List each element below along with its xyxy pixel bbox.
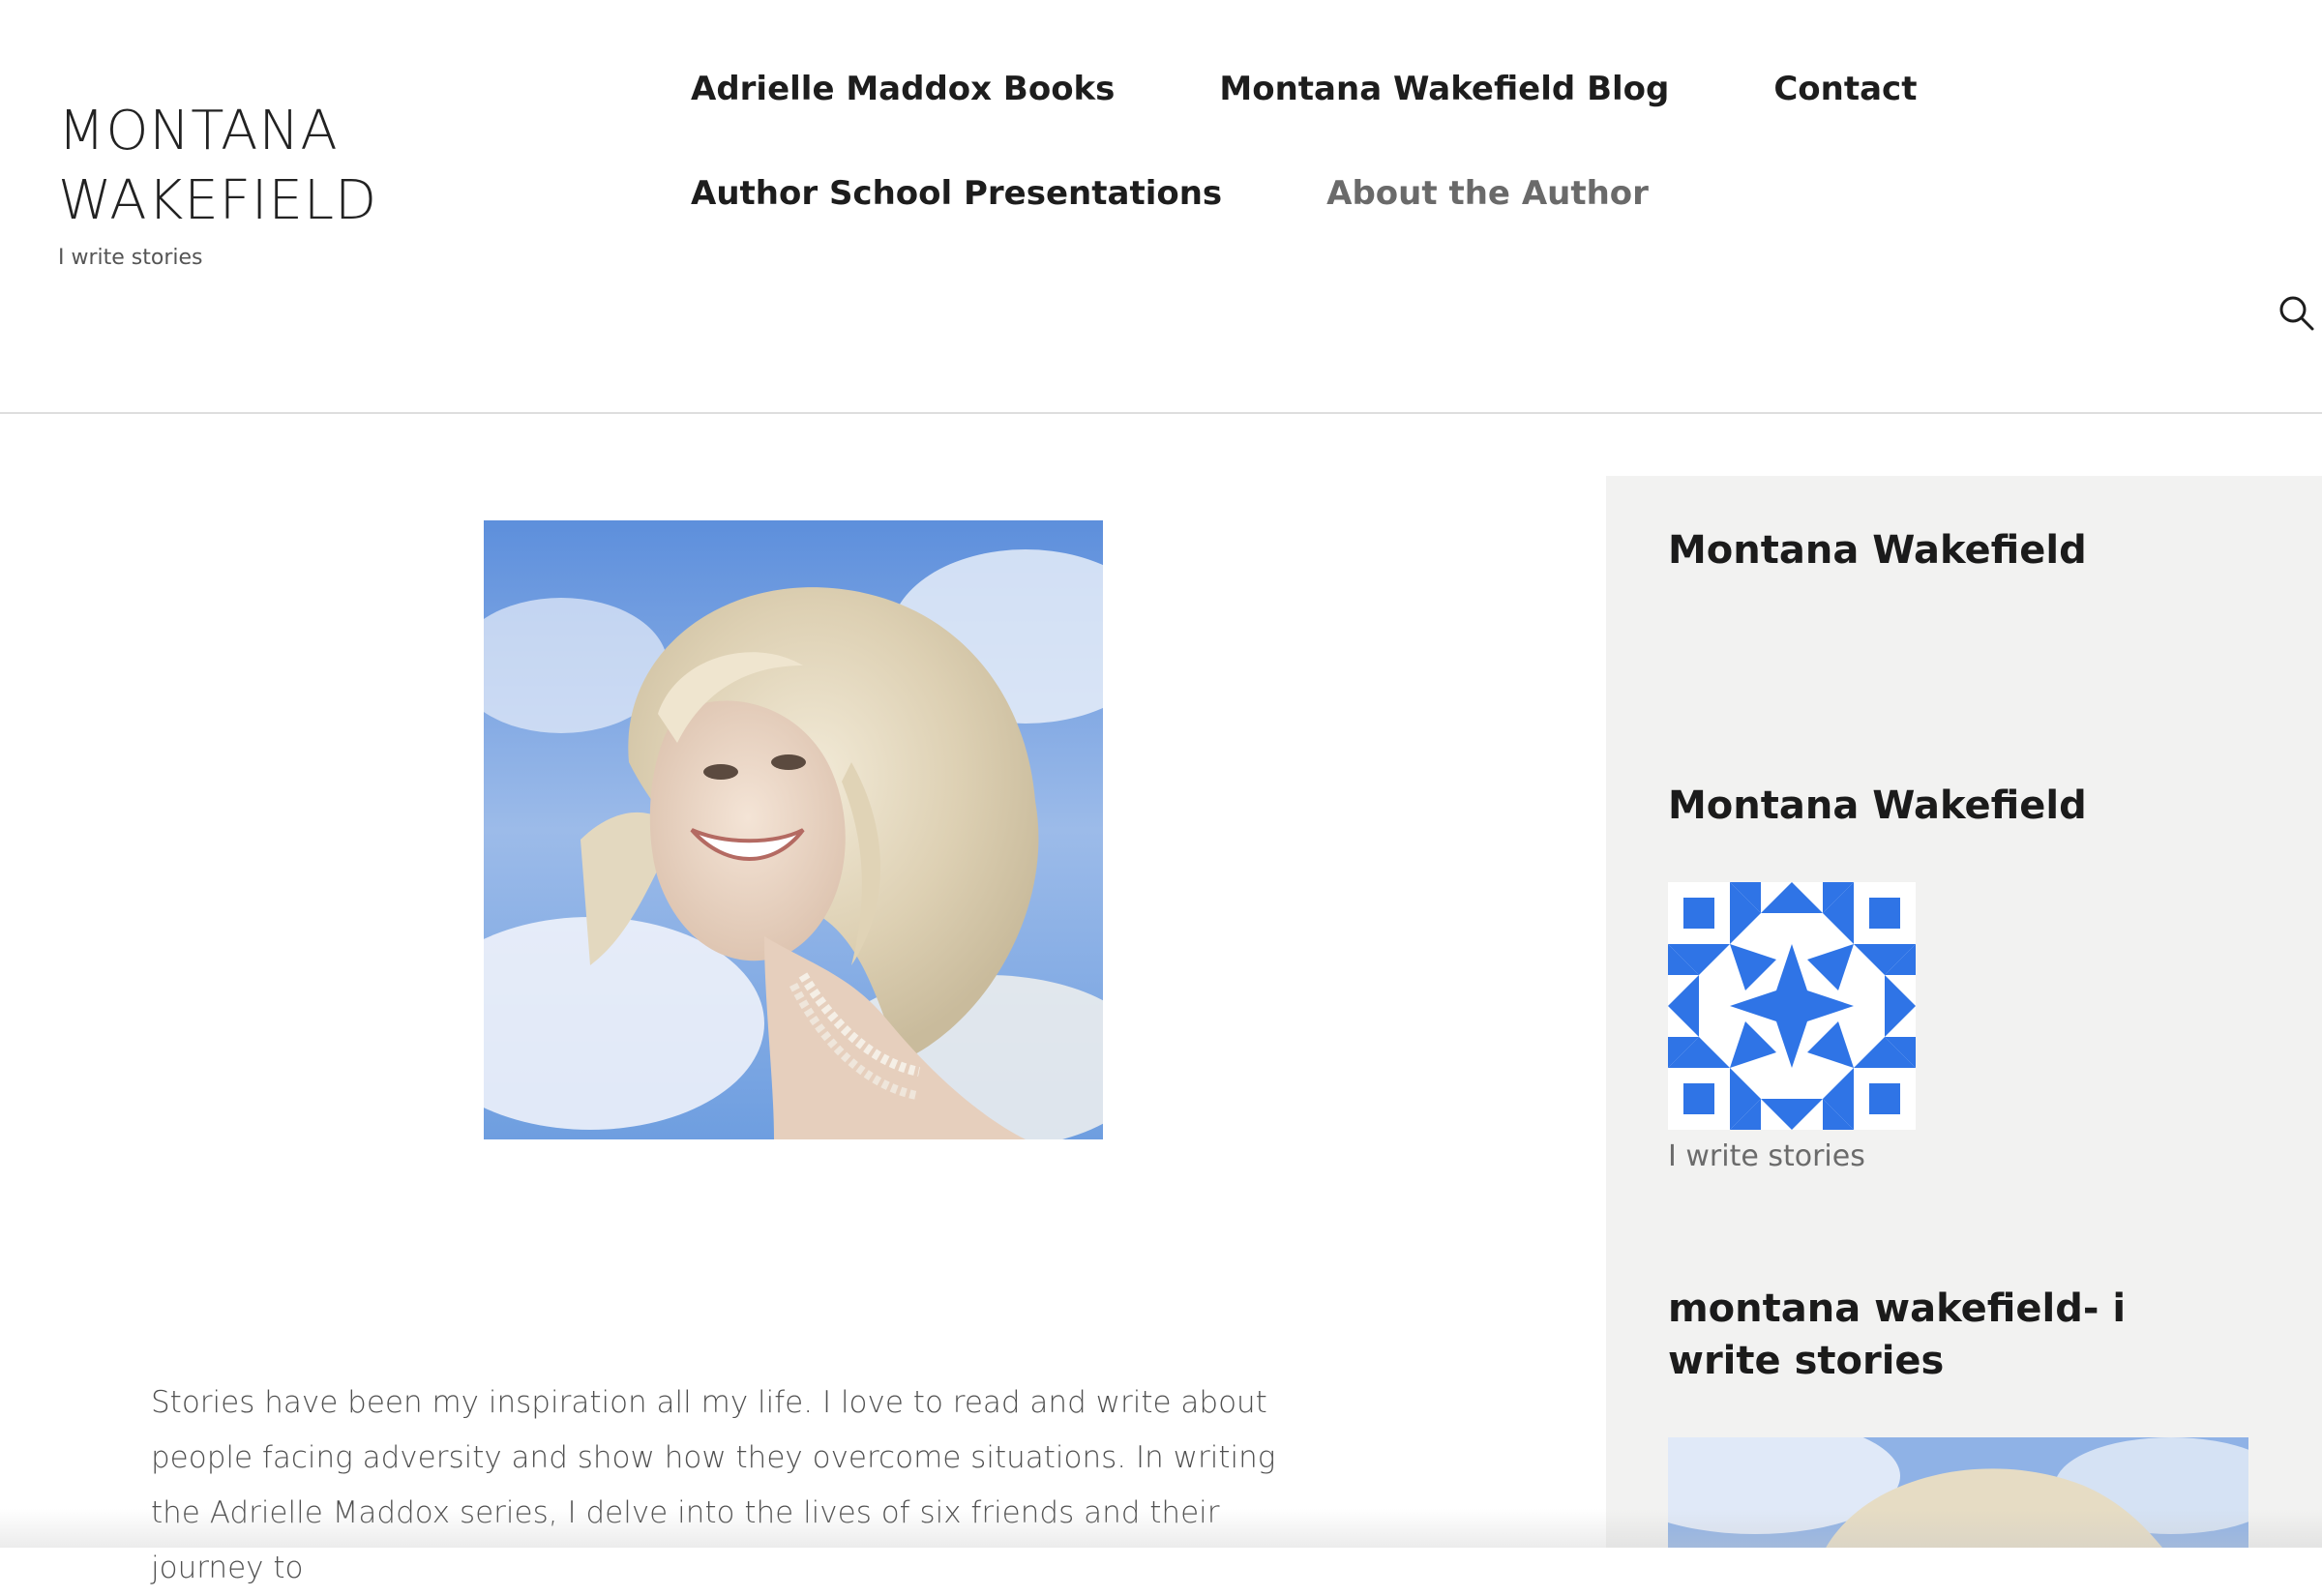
main-navigation: Adrielle Maddox Books Montana Wakefield … bbox=[691, 62, 1949, 271]
site-header: MONTANA WAKEFIELD I write stories Adriel… bbox=[0, 0, 2322, 414]
nav-item-author-school-presentations[interactable]: Author School Presentations bbox=[691, 174, 1222, 213]
nav-row-2: Author School Presentations About the Au… bbox=[691, 166, 1949, 221]
site-branding: MONTANA WAKEFIELD I write stories bbox=[58, 97, 464, 270]
widget-title-3: montana wakefield- i write stories bbox=[1668, 1286, 2127, 1383]
content-area: Stories have been my inspiration all my … bbox=[0, 416, 1606, 1585]
nav-row-1: Adrielle Maddox Books Montana Wakefield … bbox=[691, 62, 1949, 116]
about-paragraph: Stories have been my inspiration all my … bbox=[151, 1385, 1276, 1585]
nav-item-montana-wakefield-blog[interactable]: Montana Wakefield Blog bbox=[1219, 70, 1669, 108]
sidebar: Montana Wakefield Montana Wakefield I wr… bbox=[1606, 476, 2322, 1548]
author-portrait-image bbox=[484, 520, 1103, 1139]
site-title[interactable]: MONTANA WAKEFIELD bbox=[58, 97, 464, 236]
nav-item-about-the-author[interactable]: About the Author bbox=[1326, 174, 1649, 213]
search-icon bbox=[2279, 296, 2314, 331]
gravatar-pattern-icon bbox=[1668, 882, 1916, 1130]
search-button[interactable] bbox=[2277, 294, 2316, 333]
gravatar-avatar[interactable] bbox=[1668, 882, 1916, 1130]
sidebar-author-photo[interactable] bbox=[1668, 1437, 2248, 1548]
gravatar-caption: I write stories bbox=[1668, 1139, 1865, 1173]
site-tagline: I write stories bbox=[58, 246, 203, 270]
nav-item-contact[interactable]: Contact bbox=[1773, 70, 1917, 108]
widget-title-1: Montana Wakefield bbox=[1668, 528, 2087, 573]
sidebar-portrait-image bbox=[1668, 1437, 2248, 1548]
nav-item-adrielle-maddox-books[interactable]: Adrielle Maddox Books bbox=[691, 70, 1115, 108]
author-photo bbox=[484, 520, 1103, 1139]
widget-title-2: Montana Wakefield bbox=[1668, 783, 2087, 828]
